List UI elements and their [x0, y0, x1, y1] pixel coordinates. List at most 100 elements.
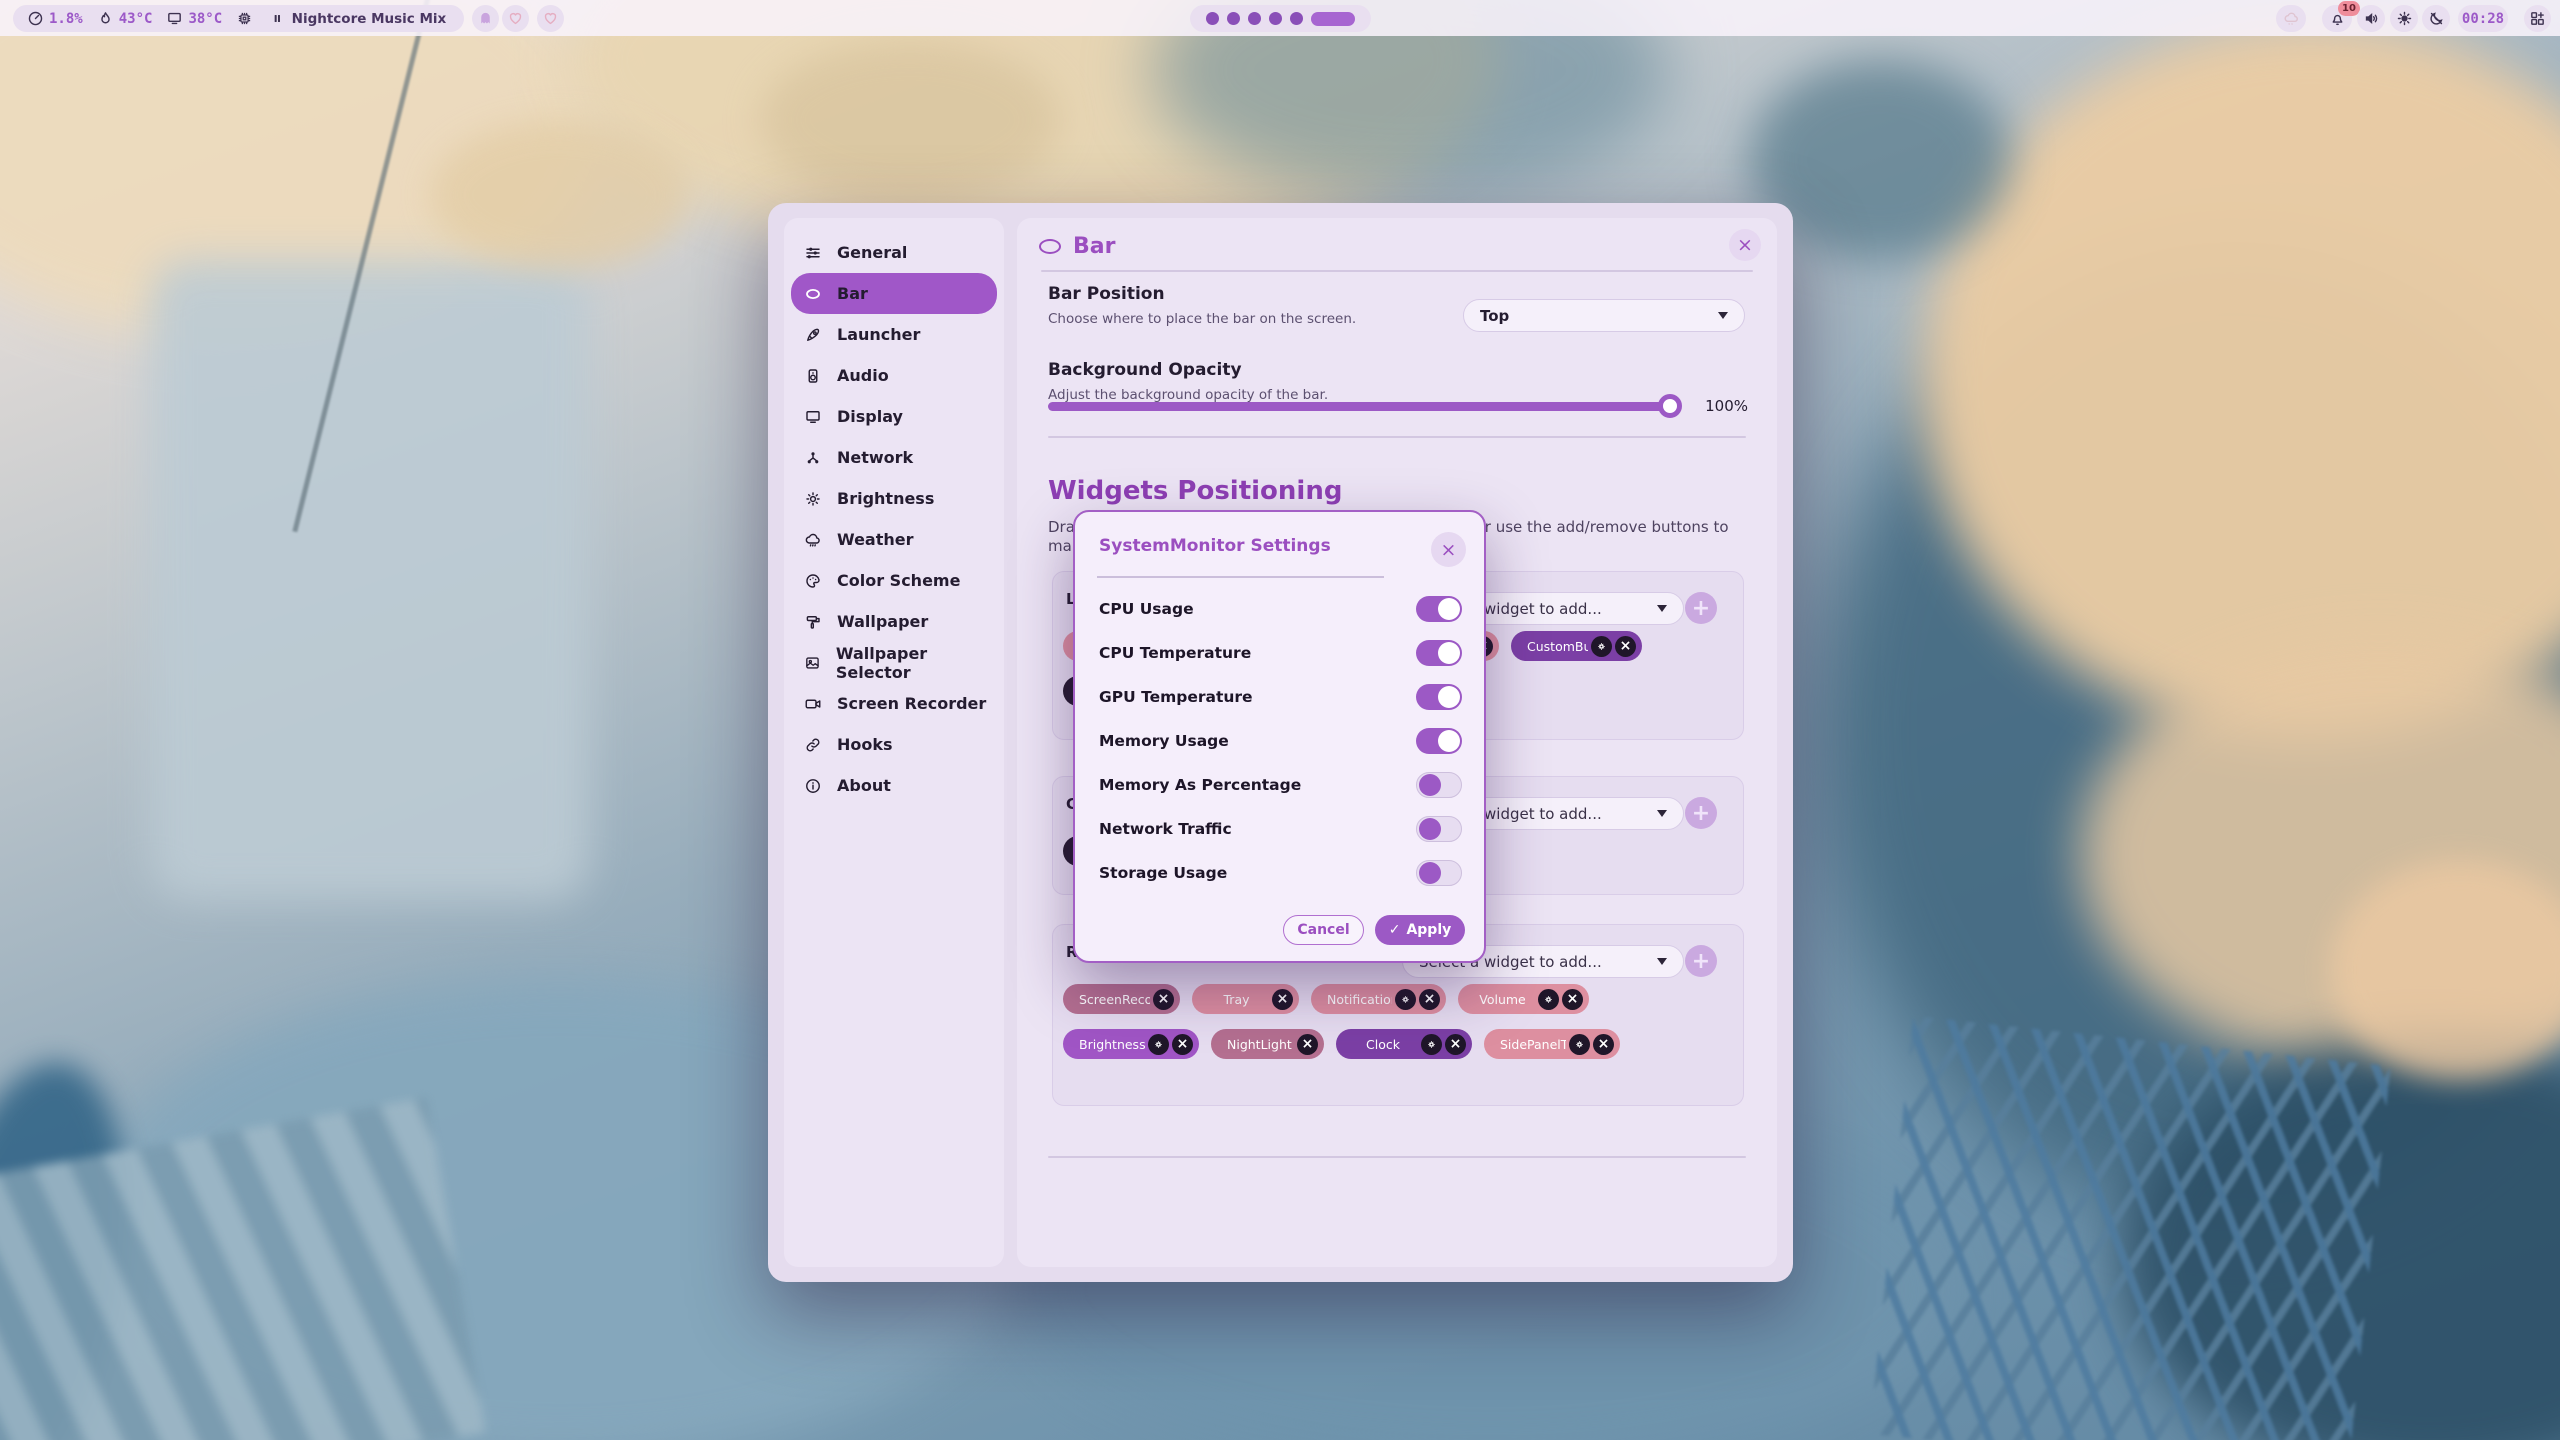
- sidebar-item-wallpaper-selector[interactable]: Wallpaper Selector: [791, 642, 997, 683]
- link-icon: [804, 736, 822, 754]
- remove-icon[interactable]: ×: [1419, 989, 1440, 1010]
- gauge-icon: [27, 10, 44, 27]
- toggle-gpu-temperature[interactable]: [1416, 684, 1462, 710]
- favorite-button-2[interactable]: [537, 5, 564, 32]
- toggle-cpu-temperature[interactable]: [1416, 640, 1462, 666]
- chevron-down-icon: [1657, 810, 1667, 817]
- remove-icon[interactable]: ×: [1562, 989, 1583, 1010]
- widget-chip-label: Notification...: [1323, 992, 1392, 1007]
- slider-knob[interactable]: [1658, 394, 1682, 418]
- ghost-button[interactable]: [472, 5, 499, 32]
- modal-close-button[interactable]: ×: [1431, 532, 1466, 567]
- apply-button[interactable]: ✓ Apply: [1375, 915, 1465, 945]
- toggle-label: Network Traffic: [1099, 820, 1416, 838]
- flame-icon: [97, 10, 114, 27]
- left-widgets-add-button[interactable]: +: [1685, 592, 1717, 624]
- workspace-dot-5[interactable]: [1290, 12, 1303, 25]
- remove-icon[interactable]: ×: [1272, 989, 1293, 1010]
- sidebar-item-bar[interactable]: Bar: [791, 273, 997, 314]
- right-widgets-add-button[interactable]: +: [1685, 945, 1717, 977]
- sidebar-item-display[interactable]: Display: [791, 396, 997, 437]
- remove-icon[interactable]: ×: [1172, 1034, 1193, 1055]
- remove-icon[interactable]: ×: [1297, 1034, 1318, 1055]
- workspace-active[interactable]: [1311, 12, 1355, 26]
- sidebar-item-weather[interactable]: Weather: [791, 519, 997, 560]
- sidebar-item-screen-recorder[interactable]: Screen Recorder: [791, 683, 997, 724]
- widget-chip-label: Tray: [1204, 992, 1269, 1007]
- sidebar-item-label: Wallpaper Selector: [836, 644, 997, 682]
- toggle-storage-usage[interactable]: [1416, 860, 1462, 886]
- panel-close-button[interactable]: ×: [1729, 229, 1761, 261]
- sidebar-item-audio[interactable]: Audio: [791, 355, 997, 396]
- remove-icon[interactable]: ×: [1593, 1034, 1614, 1055]
- sidebar-item-about[interactable]: About: [791, 765, 997, 806]
- gear-icon[interactable]: [1538, 989, 1559, 1010]
- widget-chip-custombutt[interactable]: CustomButt... ×: [1511, 631, 1642, 661]
- sidebar-item-hooks[interactable]: Hooks: [791, 724, 997, 765]
- toggle-row-cpu-usage: CPU Usage: [1075, 587, 1484, 631]
- widget-chip-tray[interactable]: Tray×: [1192, 984, 1299, 1014]
- widget-chip-sidepanelt[interactable]: SidePanelT...×: [1484, 1029, 1620, 1059]
- sidebar-item-general[interactable]: General: [791, 232, 997, 273]
- widget-chip-nightlight[interactable]: NightLight×: [1211, 1029, 1324, 1059]
- monitor-icon: [804, 408, 822, 426]
- media-island[interactable]: Nightcore Music Mix 20...: [258, 5, 464, 32]
- sidebar-item-launcher[interactable]: Launcher: [791, 314, 997, 355]
- remove-icon[interactable]: ×: [1153, 989, 1174, 1010]
- remove-icon[interactable]: ×: [1615, 636, 1636, 657]
- gear-icon[interactable]: [1395, 989, 1416, 1010]
- workspace-dot-4[interactable]: [1269, 12, 1282, 25]
- toggle-memory-as-percentage[interactable]: [1416, 772, 1462, 798]
- favorite-button-1[interactable]: [502, 5, 529, 32]
- heart-icon: [507, 10, 524, 27]
- chevron-down-icon: [1657, 958, 1667, 965]
- widget-chip-label: CustomButt...: [1523, 639, 1588, 654]
- ghost-icon: [477, 10, 494, 27]
- night-light-button[interactable]: [2422, 5, 2450, 32]
- bar-icon: [1039, 239, 1061, 254]
- widget-chip-notification[interactable]: Notification... ×: [1311, 984, 1446, 1014]
- workspace-dot-2[interactable]: [1227, 12, 1240, 25]
- workspace-dot-3[interactable]: [1248, 12, 1261, 25]
- cloud-icon: [804, 531, 822, 549]
- cancel-button[interactable]: Cancel: [1283, 915, 1364, 945]
- sidebar-item-color-scheme[interactable]: Color Scheme: [791, 560, 997, 601]
- gear-icon[interactable]: [1591, 636, 1612, 657]
- center-widgets-add-button[interactable]: +: [1685, 797, 1717, 829]
- network-icon: [804, 449, 822, 467]
- cpu-usage-value: 1.8%: [49, 11, 83, 27]
- sidebar-item-network[interactable]: Network: [791, 437, 997, 478]
- pause-icon: [272, 10, 283, 27]
- background-opacity-slider[interactable]: [1048, 402, 1678, 411]
- widget-chip-volume[interactable]: Volume ×: [1458, 984, 1589, 1014]
- dashboard-button[interactable]: [2524, 5, 2551, 32]
- toggle-row-memory-usage: Memory Usage: [1075, 719, 1484, 763]
- volume-button[interactable]: [2357, 5, 2385, 32]
- sliders-icon: [804, 244, 822, 262]
- bar-position-select[interactable]: Top: [1463, 299, 1745, 332]
- widget-chip-label: Volume: [1470, 992, 1535, 1007]
- background-opacity-label: Background Opacity: [1048, 360, 1242, 380]
- widget-chip-brightness[interactable]: Brightness×: [1063, 1029, 1199, 1059]
- toggle-row-memory-as-percentage: Memory As Percentage: [1075, 763, 1484, 807]
- clock-island[interactable]: 00:28: [2458, 5, 2508, 32]
- widget-chip-clock[interactable]: Clock×: [1336, 1029, 1472, 1059]
- sidebar-item-label: Audio: [837, 366, 889, 385]
- toggle-memory-usage[interactable]: [1416, 728, 1462, 754]
- sidebar-item-brightness[interactable]: Brightness: [791, 478, 997, 519]
- remove-icon[interactable]: ×: [1445, 1034, 1466, 1055]
- media-title: Nightcore Music Mix 20...: [292, 11, 450, 27]
- sun-icon: [804, 490, 822, 508]
- gear-icon[interactable]: [1148, 1034, 1169, 1055]
- widget-chip-screenreco[interactable]: ScreenReco...×: [1063, 984, 1180, 1014]
- toggle-network-traffic[interactable]: [1416, 816, 1462, 842]
- sidebar-item-wallpaper[interactable]: Wallpaper: [791, 601, 997, 642]
- gear-icon[interactable]: [1569, 1034, 1590, 1055]
- weather-button[interactable]: [2276, 5, 2306, 32]
- sidebar-item-label: Display: [837, 407, 903, 426]
- toggle-cpu-usage[interactable]: [1416, 596, 1462, 622]
- workspace-dot-1[interactable]: [1206, 12, 1219, 25]
- gear-icon[interactable]: [1421, 1034, 1442, 1055]
- brightness-button[interactable]: [2390, 5, 2418, 32]
- notifications-button[interactable]: 10: [2322, 5, 2352, 32]
